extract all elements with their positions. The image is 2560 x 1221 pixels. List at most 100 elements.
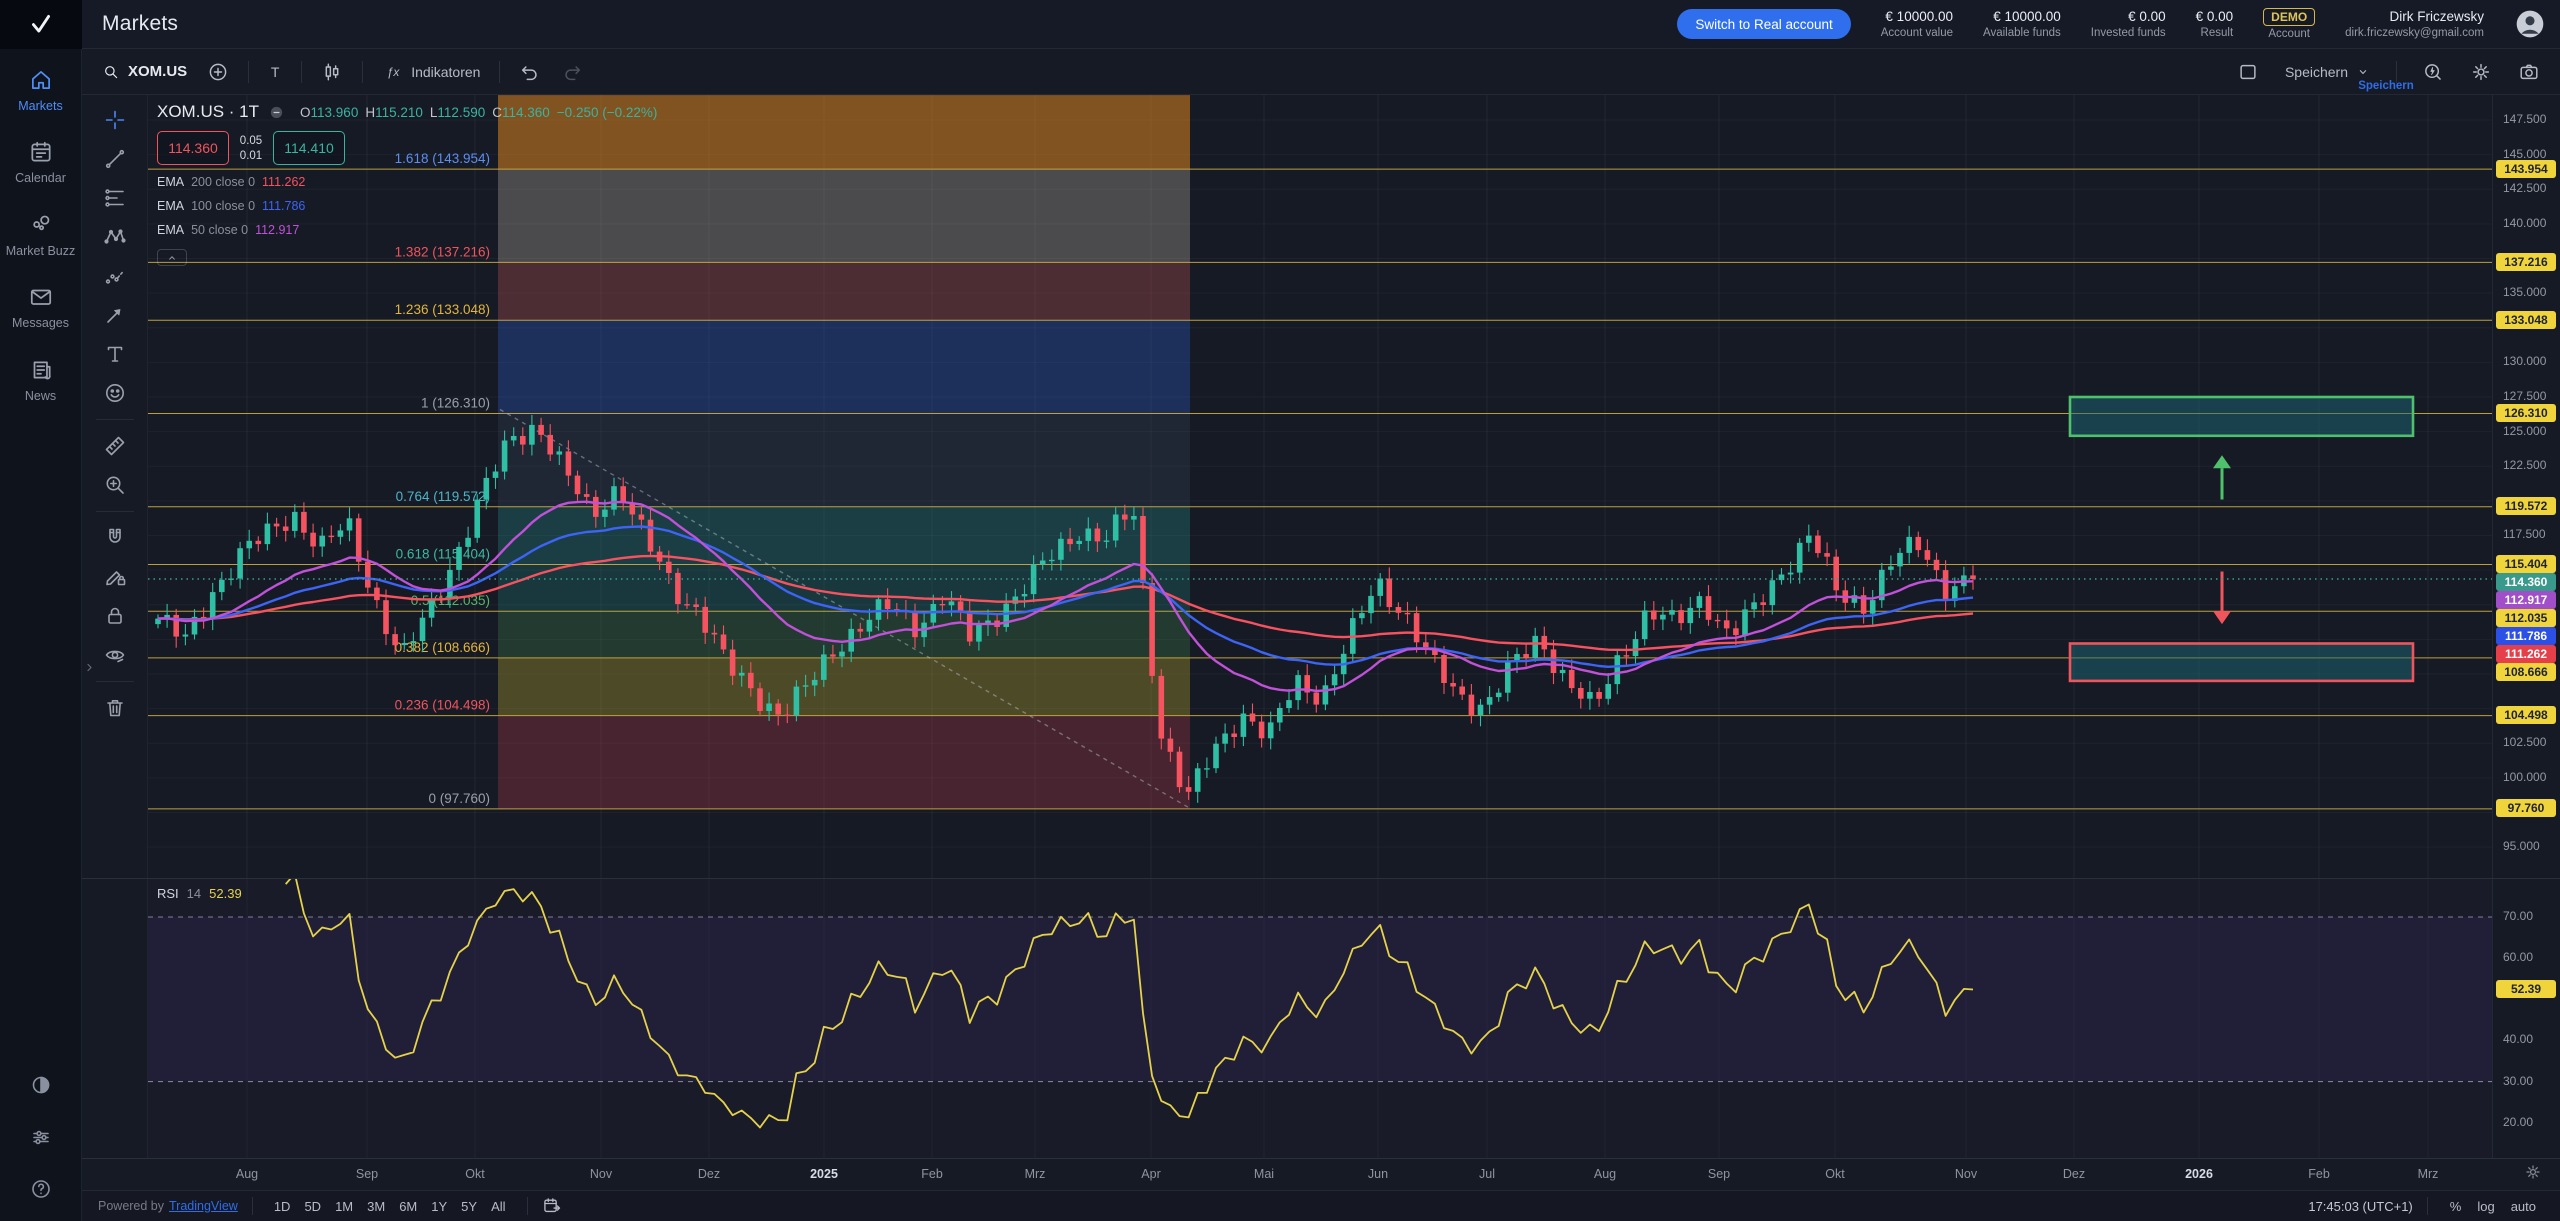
time-axis-separator xyxy=(82,1158,2560,1159)
percent-scale-toggle[interactable]: % xyxy=(2442,1197,2470,1216)
hide-drawings[interactable] xyxy=(98,640,132,670)
rsi-legend[interactable]: RSI 14 52.39 xyxy=(157,886,242,901)
text-tool[interactable] xyxy=(98,339,132,369)
drawing-mode-lock[interactable] xyxy=(98,562,132,592)
pane-separator[interactable] xyxy=(82,878,2560,879)
time-axis-settings[interactable] xyxy=(2524,1163,2542,1186)
magnet-mode[interactable] xyxy=(98,523,132,553)
help-icon[interactable] xyxy=(29,1177,53,1201)
lock-drawings[interactable] xyxy=(98,601,132,631)
chevron-down-icon xyxy=(2355,64,2371,80)
tradingview-link[interactable]: TradingView xyxy=(169,1199,238,1213)
price-tick: 130.000 xyxy=(2503,354,2546,368)
powered-by-label: Powered by xyxy=(98,1199,164,1213)
price-tick: 140.000 xyxy=(2503,216,2546,230)
legend-symbol-title[interactable]: XOM.US · 1T xyxy=(157,102,259,122)
app-logo[interactable] xyxy=(0,0,82,49)
clock-readout[interactable]: 17:45:03 (UTC+1) xyxy=(2308,1199,2412,1214)
sidebar-item-messages[interactable]: Messages xyxy=(0,284,81,330)
pencil-lock-icon xyxy=(103,565,127,589)
price-badge-fib: 104.498 xyxy=(2496,706,2556,724)
price-badge-fib: 112.035 xyxy=(2496,609,2556,627)
ema-50-legend[interactable]: EMA50 close 0 112.917 xyxy=(157,223,657,237)
sidebar-item-market-buzz[interactable]: Market Buzz xyxy=(0,212,81,258)
undo-button[interactable] xyxy=(511,57,549,87)
sell-bid-button[interactable]: 114.360 xyxy=(157,131,229,165)
sidebar-item-news[interactable]: News xyxy=(0,357,81,403)
range-3m[interactable]: 3M xyxy=(360,1197,392,1216)
object-tree-toggle[interactable] xyxy=(82,660,97,680)
emoji-icon xyxy=(103,381,127,405)
switch-to-real-account-button[interactable]: Switch to Real account xyxy=(1677,9,1850,39)
main-chart-pane[interactable]: 1.618 (143.954)1.382 (137.216)1.236 (133… xyxy=(148,95,2492,878)
chart-settings-button[interactable] xyxy=(2462,57,2500,87)
nav-sidebar: Markets Calendar Market Buzz Messages Ne… xyxy=(0,49,82,1221)
crosshair-tool[interactable] xyxy=(98,105,132,135)
compare-add-symbol-button[interactable] xyxy=(199,57,237,87)
arrow-marker-tool[interactable] xyxy=(98,300,132,330)
chart-shell: XOM.US T ƒx Indikatoren Speichern xyxy=(82,49,2560,1221)
indicators-label: Indikatoren xyxy=(411,64,480,80)
candlestick-icon xyxy=(321,61,343,83)
interval-button[interactable]: T xyxy=(260,57,290,87)
time-axis-label: Feb xyxy=(921,1158,943,1190)
rsi-tick: 60.00 xyxy=(2503,950,2533,964)
ema-200-legend[interactable]: EMA200 close 0 111.262 xyxy=(157,175,657,189)
market-status-icon[interactable] xyxy=(268,104,285,121)
range-6m[interactable]: 6M xyxy=(392,1197,424,1216)
zoom-in-tool[interactable] xyxy=(98,470,132,500)
sidebar-item-calendar[interactable]: Calendar xyxy=(0,139,81,185)
emoji-tool[interactable] xyxy=(98,378,132,408)
ema-100-legend[interactable]: EMA100 close 0 111.786 xyxy=(157,199,657,213)
forecast-tool[interactable] xyxy=(98,261,132,291)
svg-text:0 (97.760): 0 (97.760) xyxy=(428,791,490,806)
gear-icon xyxy=(2524,1163,2542,1181)
rsi-pane[interactable]: RSI 14 52.39 xyxy=(148,878,2492,1158)
price-badge-ema200: 111.262 xyxy=(2496,645,2556,663)
range-1y[interactable]: 1Y xyxy=(424,1197,454,1216)
change-readout: −0.250 (−0.22%) xyxy=(557,105,658,120)
remove-drawings[interactable] xyxy=(98,693,132,723)
price-badge-last-price: 114.360 xyxy=(2496,573,2556,591)
symbol-search-button[interactable]: XOM.US xyxy=(94,63,195,81)
time-axis-label: Dez xyxy=(2063,1158,2085,1190)
time-axis[interactable]: AugSepOktNovDez2025FebMrzAprMaiJunJulAug… xyxy=(148,1158,2492,1190)
chart-type-button[interactable] xyxy=(313,57,351,87)
svg-text:0.236 (104.498): 0.236 (104.498) xyxy=(395,698,490,713)
rsi-canvas[interactable] xyxy=(148,878,2492,1158)
measure-tool[interactable] xyxy=(98,431,132,461)
theme-contrast-icon[interactable] xyxy=(29,1073,53,1097)
avatar[interactable] xyxy=(2514,8,2546,40)
layout-button[interactable] xyxy=(2229,57,2267,87)
redo-button[interactable] xyxy=(553,57,591,87)
time-axis-label: Sep xyxy=(1708,1158,1730,1190)
gear-icon xyxy=(2470,61,2492,83)
trend-line-tool[interactable] xyxy=(98,144,132,174)
fib-retracement-tool[interactable] xyxy=(98,183,132,213)
indicators-button[interactable]: ƒx Indikatoren xyxy=(374,57,488,87)
auto-scale-toggle[interactable]: auto xyxy=(2503,1197,2544,1216)
time-axis-label: Okt xyxy=(465,1158,484,1190)
pattern-tool[interactable] xyxy=(98,222,132,252)
buy-ask-button[interactable]: 114.410 xyxy=(273,131,345,165)
legend-collapse-button[interactable] xyxy=(157,249,187,266)
crosshair-icon xyxy=(103,108,127,132)
range-all[interactable]: All xyxy=(484,1197,512,1216)
range-5y[interactable]: 5Y xyxy=(454,1197,484,1216)
snapshot-button[interactable] xyxy=(2510,57,2548,87)
range-1m[interactable]: 1M xyxy=(328,1197,360,1216)
buzz-icon xyxy=(28,212,54,238)
price-tick: 100.000 xyxy=(2503,770,2546,784)
time-axis-label: Jul xyxy=(1479,1158,1495,1190)
settings-sliders-icon[interactable] xyxy=(29,1125,53,1149)
go-to-date-icon[interactable] xyxy=(542,1196,562,1216)
range-5d[interactable]: 5D xyxy=(297,1197,328,1216)
price-tick: 145.000 xyxy=(2503,147,2546,161)
sidebar-item-markets[interactable]: Markets xyxy=(0,67,81,113)
search-icon xyxy=(102,63,120,81)
range-1d[interactable]: 1D xyxy=(267,1197,298,1216)
log-scale-toggle[interactable]: log xyxy=(2469,1197,2502,1216)
ruler-icon xyxy=(103,434,127,458)
save-label: Speichern xyxy=(2285,64,2348,80)
price-axis[interactable]: 147.500145.000142.500140.000135.000130.0… xyxy=(2492,95,2560,1158)
